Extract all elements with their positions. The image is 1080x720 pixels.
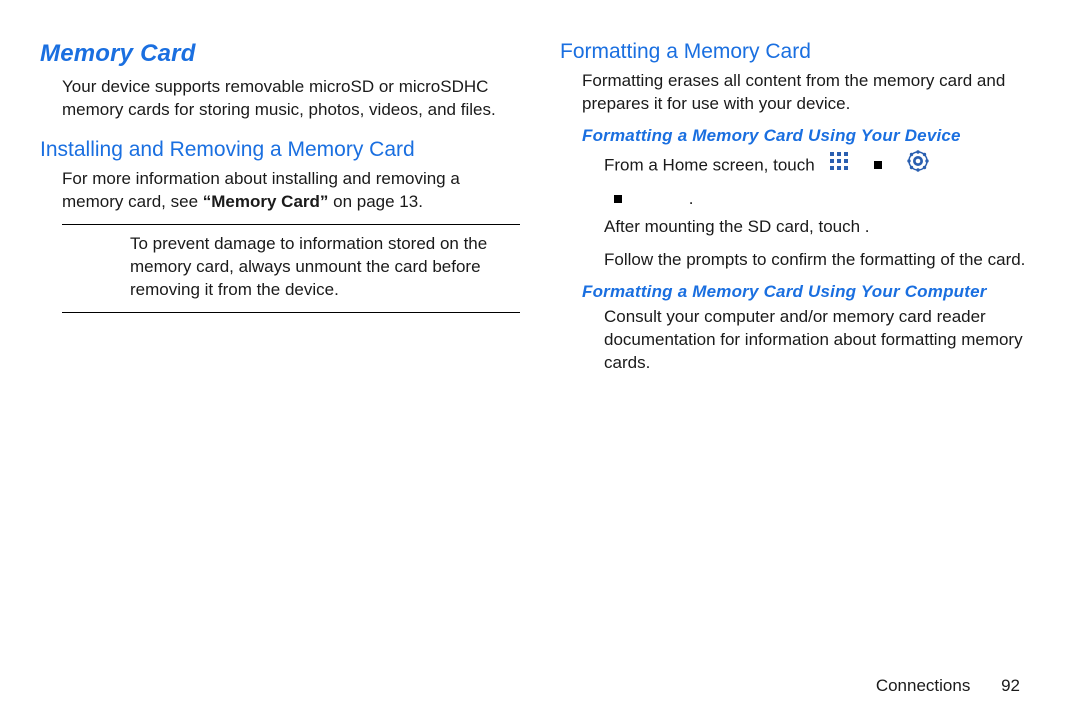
footer-section-label: Connections: [876, 676, 971, 695]
format-device-step-3: Follow the prompts to confirm the format…: [604, 249, 1040, 272]
section-title-memory-card: Memory Card: [40, 40, 520, 68]
right-column: Formatting a Memory Card Formatting eras…: [560, 40, 1040, 385]
left-column: Memory Card Your device supports removab…: [40, 40, 520, 385]
subsubsection-format-computer: Formatting a Memory Card Using Your Comp…: [582, 282, 1040, 302]
step1-pre-text: From a Home screen, touch: [604, 155, 815, 174]
important-note-box: To prevent damage to information stored …: [62, 224, 520, 313]
subsection-formatting: Formatting a Memory Card: [560, 40, 1040, 64]
step-arrow-icon: [614, 195, 622, 203]
body-post: on page 13.: [328, 192, 423, 211]
subsubsection-format-device: Formatting a Memory Card Using Your Devi…: [582, 126, 1040, 146]
memory-card-intro-text: Your device supports removable microSD o…: [62, 76, 520, 122]
step1-period: .: [637, 189, 694, 208]
footer-page-number: 92: [1001, 676, 1020, 695]
installing-removing-body: For more information about installing an…: [62, 168, 520, 214]
subsection-installing-removing: Installing and Removing a Memory Card: [40, 138, 520, 162]
apps-grid-icon: [829, 151, 849, 179]
format-device-step-1: From a Home screen, touch: [604, 150, 1040, 180]
formatting-intro-text: Formatting erases all content from the m…: [582, 70, 1040, 116]
settings-gear-icon: [907, 150, 929, 180]
step-arrow-icon: [874, 161, 882, 169]
important-note-text: To prevent damage to information stored …: [130, 233, 520, 302]
format-device-step-2: After mounting the SD card, touch .: [604, 216, 1040, 239]
body-bold-reference: “Memory Card”: [203, 192, 329, 211]
format-computer-body: Consult your computer and/or memory card…: [604, 306, 1040, 375]
manual-page: Memory Card Your device supports removab…: [0, 0, 1080, 720]
page-footer: Connections 92: [876, 676, 1020, 696]
format-device-step-1b: .: [604, 184, 1040, 212]
two-column-layout: Memory Card Your device supports removab…: [40, 40, 1040, 385]
